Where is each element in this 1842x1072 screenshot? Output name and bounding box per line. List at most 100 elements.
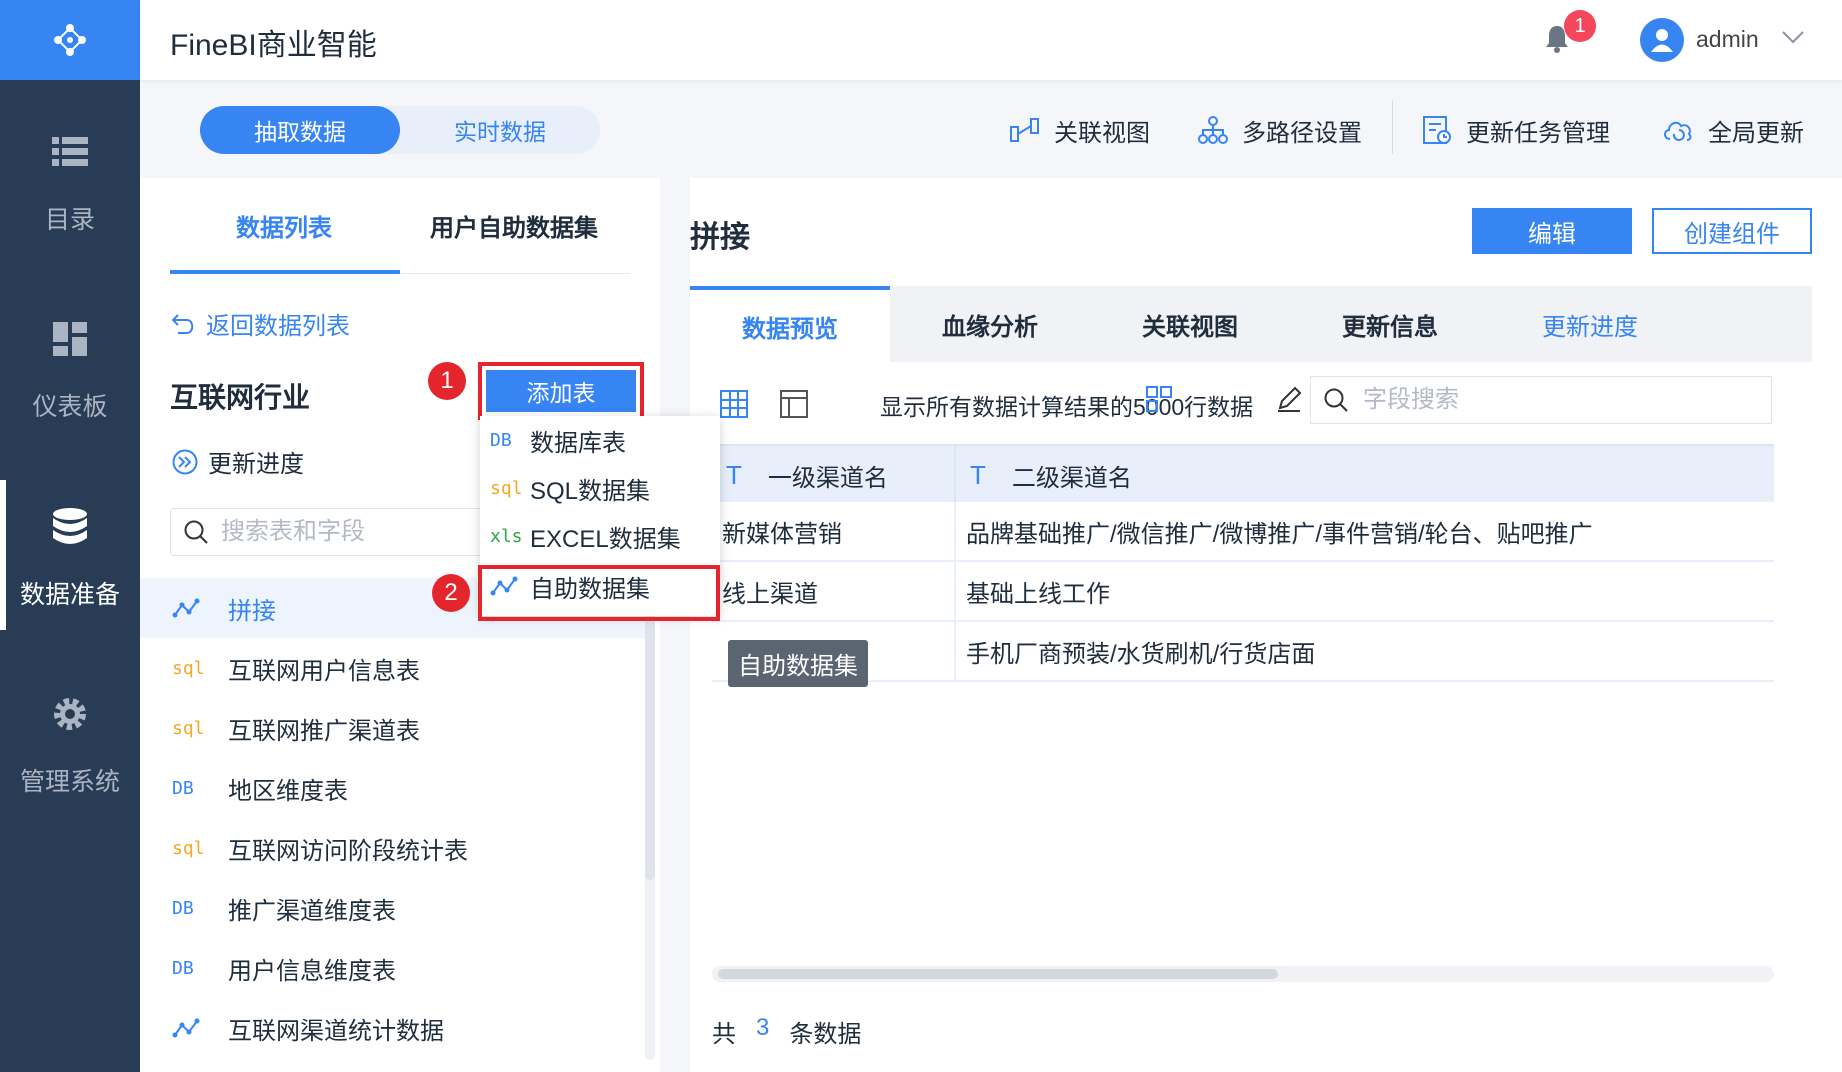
- table-item[interactable]: sql 互联网推广渠道表: [140, 698, 650, 758]
- toolbar-divider: [1392, 100, 1393, 154]
- table-name: 地区维度表: [228, 777, 348, 805]
- create-component-button[interactable]: 创建组件: [1652, 208, 1812, 254]
- hierarchy-icon: [1198, 116, 1228, 144]
- column-header[interactable]: T 二级渠道名: [956, 446, 1774, 504]
- edit-pencil-icon[interactable]: [1276, 386, 1302, 417]
- table-cell: 品牌基础推广/微信推广/微博推广/事件营销/轮台、贴吧推广: [966, 520, 1593, 548]
- search-icon: [1324, 388, 1348, 412]
- field-list-icon[interactable]: [1146, 386, 1172, 417]
- scrollbar-thumb[interactable]: [718, 969, 1278, 979]
- table-name: 互联网推广渠道表: [228, 717, 420, 745]
- multipath-label: 多路径设置: [1242, 119, 1362, 147]
- step-marker-2: 2: [432, 574, 470, 612]
- nav-item-dashboard[interactable]: 仪表板: [0, 292, 140, 442]
- table-search-input[interactable]: [221, 518, 461, 546]
- list-icon: [52, 124, 88, 180]
- task-icon: [1422, 115, 1452, 145]
- update-task-button[interactable]: 更新任务管理: [1422, 110, 1610, 150]
- notification-badge: 1: [1564, 10, 1596, 42]
- user-icon: [1651, 29, 1673, 52]
- table-name: 互联网渠道统计数据: [228, 1017, 444, 1045]
- table-cell: 新媒体营销: [712, 502, 956, 560]
- table-item[interactable]: DB 推广渠道维度表: [140, 878, 650, 938]
- mode-toggle: 抽取数据 实时数据: [200, 106, 600, 154]
- column-header[interactable]: T 一级渠道名: [712, 446, 956, 504]
- multipath-settings-button[interactable]: 多路径设置: [1198, 110, 1362, 150]
- nav-item-data-prep[interactable]: 数据准备: [0, 480, 140, 630]
- global-update-button[interactable]: 全局更新: [1662, 110, 1804, 150]
- back-to-data-list-link[interactable]: 返回数据列表: [172, 306, 350, 341]
- top-header: FineBI商业智能 1 admin: [140, 0, 1842, 80]
- db-icon: DB: [172, 897, 194, 919]
- tab-self-service-datasets[interactable]: 用户自助数据集: [430, 208, 598, 243]
- app-logo[interactable]: [0, 0, 140, 80]
- avatar[interactable]: [1640, 18, 1684, 62]
- table-item[interactable]: 互联网渠道统计数据: [140, 998, 650, 1058]
- data-list-panel: 数据列表 用户自助数据集 返回数据列表 互联网行业 更新进度 拼接 sql 互联…: [140, 178, 660, 1072]
- relation-view-icon: [1010, 117, 1040, 143]
- database-icon: [52, 499, 88, 555]
- hover-tooltip: 自助数据集: [728, 640, 868, 687]
- self-service-dataset-icon: [172, 597, 216, 619]
- relation-view-button[interactable]: 关联视图: [1010, 110, 1150, 150]
- tab-lineage[interactable]: 血缘分析: [890, 286, 1090, 362]
- tab-data-list[interactable]: 数据列表: [236, 208, 332, 243]
- table-name: 推广渠道维度表: [228, 897, 396, 925]
- self-service-highlight: [478, 565, 720, 621]
- field-search-box: [1310, 376, 1772, 424]
- nav-label-admin: 管理系统: [19, 768, 120, 796]
- nav-item-catalog[interactable]: 目录: [0, 105, 140, 255]
- row-count-prefix: 共: [712, 1021, 736, 1048]
- table-item[interactable]: sql 互联网访问阶段统计表: [140, 818, 650, 878]
- detail-view-icon[interactable]: [780, 390, 808, 418]
- table-item[interactable]: DB 地区维度表: [140, 758, 650, 818]
- excel-icon: xls: [490, 525, 523, 547]
- active-tab-indicator: [170, 270, 400, 274]
- sql-icon: sql: [490, 477, 523, 499]
- add-table-button[interactable]: 添加表: [486, 370, 636, 412]
- table-cell: 基础上线工作: [966, 580, 1110, 608]
- tab-data-preview[interactable]: 数据预览: [690, 286, 890, 362]
- menu-item-database-table[interactable]: DB 数据库表: [480, 416, 720, 464]
- step-marker-1: 1: [428, 362, 466, 400]
- table-search-box: [170, 508, 500, 556]
- username[interactable]: admin: [1696, 26, 1759, 53]
- field-search-input[interactable]: [1363, 386, 1743, 414]
- table-item[interactable]: DB 用户信息维度表: [140, 938, 650, 998]
- tab-update-info[interactable]: 更新信息: [1290, 286, 1490, 362]
- nav-item-admin[interactable]: 管理系统: [0, 667, 140, 817]
- dataset-title: 拼接: [690, 221, 750, 254]
- horizontal-scrollbar[interactable]: [712, 966, 1774, 982]
- table-list-scrollbar[interactable]: [645, 570, 655, 1060]
- dashboard-icon: [53, 311, 87, 367]
- grid-view-icon[interactable]: [720, 390, 748, 418]
- menu-item-label: SQL数据集: [530, 477, 651, 505]
- row-count-suffix: 条数据: [789, 1021, 862, 1048]
- nav-label-data-prep: 数据准备: [19, 581, 120, 609]
- column-name: 一级渠道名: [767, 464, 888, 492]
- table-cell: 线上渠道: [712, 562, 956, 620]
- db-icon: DB: [172, 777, 194, 799]
- relation-view-label: 关联视图: [1054, 119, 1150, 147]
- preview-info-text: 显示所有数据计算结果的5000行数据: [880, 394, 1254, 420]
- edit-button[interactable]: 编辑: [1472, 208, 1632, 254]
- return-arrow-icon: [172, 313, 196, 335]
- mode-realtime-button[interactable]: 实时数据: [400, 106, 600, 154]
- table-name: 互联网访问阶段统计表: [228, 837, 468, 865]
- text-type-icon: T: [970, 459, 986, 490]
- tab-update-progress[interactable]: 更新进度: [1490, 286, 1690, 362]
- fast-forward-icon: [172, 449, 198, 475]
- chevron-down-icon[interactable]: [1782, 30, 1804, 49]
- menu-item-label: 数据库表: [530, 429, 626, 457]
- menu-item-excel-dataset[interactable]: xls EXCEL数据集: [480, 512, 720, 560]
- group-title: 互联网行业: [170, 382, 311, 413]
- menu-item-sql-dataset[interactable]: sql SQL数据集: [480, 464, 720, 512]
- table-item[interactable]: sql 互联网用户信息表: [140, 638, 650, 698]
- tab-relation-view[interactable]: 关联视图: [1090, 286, 1290, 362]
- update-progress-link[interactable]: 更新进度: [172, 444, 304, 479]
- row-count-number: 3: [756, 1014, 770, 1041]
- mode-extract-button[interactable]: 抽取数据: [200, 106, 400, 154]
- gear-icon: [51, 686, 89, 742]
- app-title: FineBI商业智能: [170, 29, 377, 62]
- scrollbar-thumb[interactable]: [645, 580, 655, 880]
